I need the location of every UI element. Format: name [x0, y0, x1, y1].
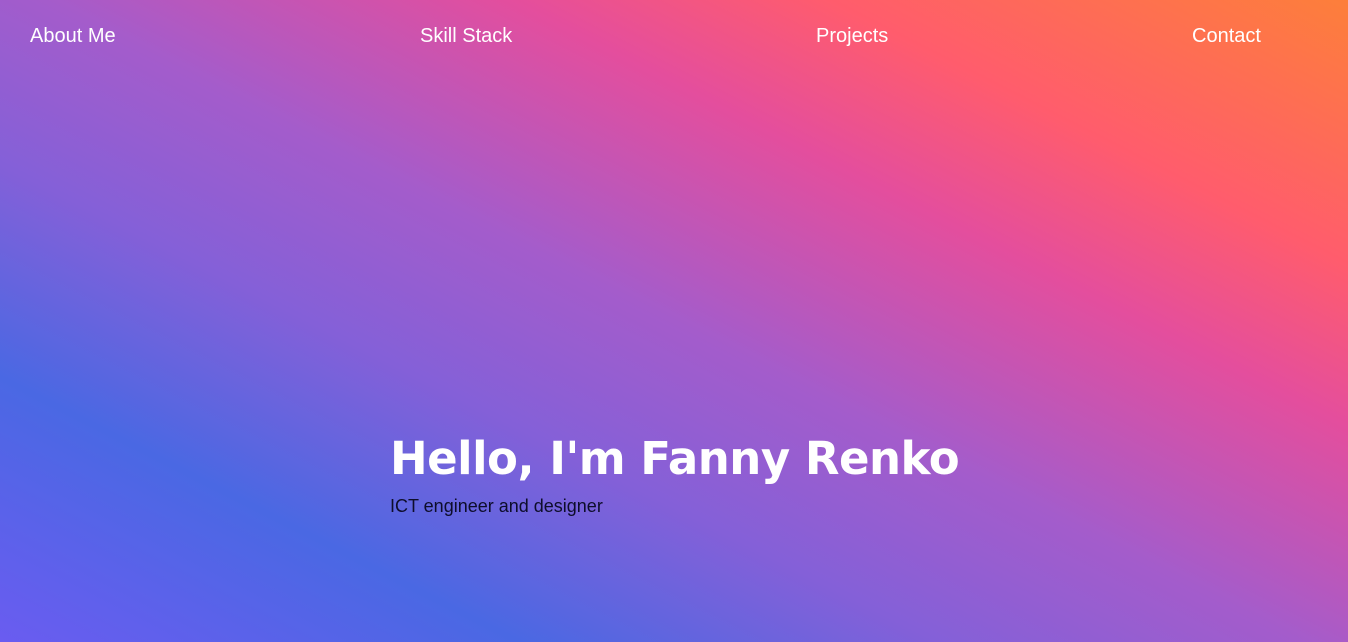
- hero-subtitle: ICT engineer and designer: [390, 496, 603, 516]
- hero-section: Hello, I'm Fanny Renko ICT engineer and …: [390, 428, 960, 517]
- nav-link-skill-stack[interactable]: Skill Stack: [420, 25, 512, 48]
- nav-link-projects[interactable]: Projects: [816, 25, 888, 48]
- hero-title: Hello, I'm Fanny Renko: [390, 432, 960, 485]
- gradient-background: [0, 0, 1348, 642]
- top-navigation: About Me Skill Stack Projects Contact: [0, 0, 1348, 74]
- nav-link-about-me[interactable]: About Me: [30, 25, 116, 48]
- nav-link-contact[interactable]: Contact: [1192, 25, 1261, 48]
